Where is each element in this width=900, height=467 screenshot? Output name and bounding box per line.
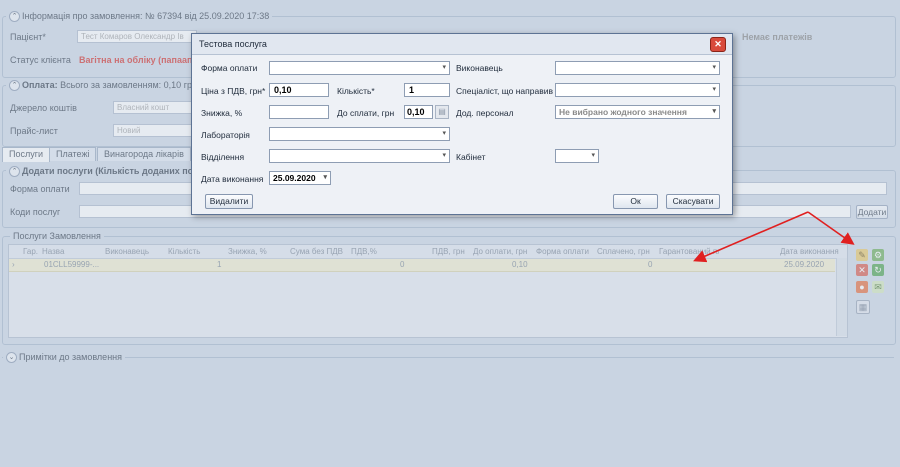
arrow-to-edit-icon [807, 211, 855, 245]
annotation-arrows [693, 211, 855, 263]
arrow-to-table-row [693, 211, 809, 263]
